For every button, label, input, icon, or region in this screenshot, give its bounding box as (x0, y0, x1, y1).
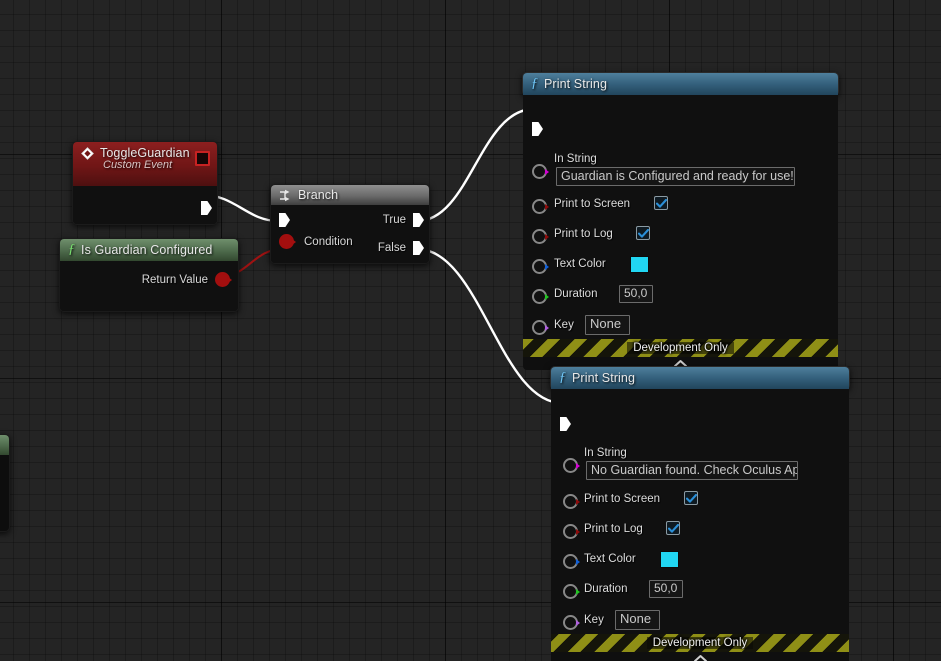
print-string-false-printtolog-checkbox[interactable] (666, 521, 680, 535)
print-string-true-textcolor-swatch[interactable] (630, 256, 649, 273)
node-print-string-true[interactable]: ƒ Print String In String Guardian is Con… (522, 72, 839, 96)
print-string-true-duration-input[interactable]: 50,0 (619, 285, 653, 303)
print-string-true-printtoscreen-checkbox[interactable] (654, 196, 668, 210)
branch-icon (279, 189, 292, 202)
print-string-false-key-pin[interactable] (563, 615, 578, 630)
print-string-true-instring-label: In String (554, 153, 597, 165)
print-string-true-printtoscreen-pin[interactable] (532, 199, 547, 214)
branch-condition-label: Condition (304, 236, 353, 248)
print-string-true-key-label: Key (554, 319, 574, 331)
print-string-false-header[interactable]: ƒ Print String (551, 367, 849, 389)
offscreen-node-partial[interactable] (0, 434, 10, 532)
function-f-icon: ƒ (531, 76, 538, 92)
print-string-false-key-label: Key (584, 614, 604, 626)
print-string-false-instring-label: In String (584, 447, 627, 459)
blueprint-graph-canvas[interactable]: ToggleGuardian Custom Event ƒ Is Guardia… (0, 0, 941, 661)
print-string-true-exec-in-pin[interactable] (532, 122, 543, 136)
node-print-string-false[interactable]: ƒ Print String In String No Guardian fou… (550, 366, 850, 390)
print-string-false-exec-in-pin[interactable] (560, 417, 571, 431)
print-string-false-instring-input[interactable]: No Guardian found. Check Oculus App (586, 461, 798, 480)
event-node-subtitle: Custom Event (103, 159, 209, 171)
branch-node-title: Branch (298, 188, 338, 202)
print-string-false-printtoscreen-label: Print to Screen (584, 493, 660, 505)
print-string-false-printtolog-label: Print to Log (584, 523, 643, 535)
is-guardian-configured-header[interactable]: ƒ Is Guardian Configured (60, 239, 238, 261)
function-f-icon: ƒ (559, 370, 566, 386)
event-diamond-icon (81, 147, 94, 160)
print-string-true-title: Print String (544, 77, 607, 91)
print-string-true-printtolog-checkbox[interactable] (636, 226, 650, 240)
print-string-true-duration-label: Duration (554, 288, 597, 300)
branch-true-label: True (383, 214, 406, 226)
print-string-false-printtoscreen-checkbox[interactable] (684, 491, 698, 505)
return-value-pin[interactable] (215, 272, 230, 287)
print-string-true-header[interactable]: ƒ Print String (523, 73, 838, 95)
print-string-true-key-pin[interactable] (532, 320, 547, 335)
print-string-false-instring-pin[interactable] (563, 458, 578, 473)
print-string-true-exec-out-pin[interactable] (516, 121, 831, 137)
print-string-true-printtoscreen-label: Print to Screen (554, 198, 630, 210)
offscreen-node-header (0, 435, 9, 455)
print-string-false-dev-only-footer: Development Only (551, 634, 849, 652)
print-string-false-textcolor-pin[interactable] (563, 554, 578, 569)
branch-node-body: Condition True False (271, 205, 429, 263)
print-string-true-instring-input[interactable]: Guardian is Configured and ready for use… (556, 167, 795, 186)
print-string-true-instring-pin[interactable] (532, 164, 547, 179)
branch-exec-in-pin[interactable] (279, 213, 290, 227)
print-string-true-printtolog-label: Print to Log (554, 228, 613, 240)
node-branch[interactable]: Branch Condition True False (270, 184, 430, 264)
event-exec-out-pin[interactable] (201, 201, 212, 215)
node-toggle-guardian-event[interactable]: ToggleGuardian Custom Event (72, 141, 218, 225)
return-value-label: Return Value (142, 274, 208, 286)
print-string-false-printtoscreen-pin[interactable] (563, 494, 578, 509)
print-string-false-duration-pin[interactable] (563, 584, 578, 599)
print-string-false-duration-input[interactable]: 50,0 (649, 580, 683, 598)
is-guardian-configured-body: Return Value (60, 261, 238, 311)
print-string-true-textcolor-pin[interactable] (532, 259, 547, 274)
print-string-true-key-input[interactable]: None (585, 315, 630, 335)
print-string-true-textcolor-label: Text Color (554, 258, 606, 270)
branch-false-label: False (378, 242, 406, 254)
print-string-false-collapse-toggle[interactable] (551, 652, 849, 661)
print-string-false-dev-only-text: Development Only (647, 637, 754, 649)
red-square-icon[interactable] (195, 151, 210, 166)
print-string-true-dev-only-text: Development Only (627, 342, 734, 354)
print-string-false-duration-label: Duration (584, 583, 627, 595)
print-string-true-dev-only-footer: Development Only (523, 339, 838, 357)
print-string-false-exec-out-pin[interactable] (543, 416, 841, 432)
print-string-true-printtolog-pin[interactable] (532, 229, 547, 244)
print-string-false-textcolor-label: Text Color (584, 553, 636, 565)
function-f-icon: ƒ (68, 242, 75, 258)
print-string-false-title: Print String (572, 371, 635, 385)
branch-condition-pin[interactable] (279, 234, 294, 249)
branch-false-exec-pin[interactable] (413, 241, 424, 255)
is-guardian-configured-title: Is Guardian Configured (81, 243, 212, 257)
wire-exec-true-to-print-true (417, 109, 534, 221)
chevron-up-icon (693, 654, 708, 661)
event-node-body (73, 186, 217, 224)
print-string-false-textcolor-swatch[interactable] (660, 551, 679, 568)
node-is-guardian-configured[interactable]: ƒ Is Guardian Configured Return Value (59, 238, 239, 312)
event-node-title: ToggleGuardian (100, 146, 190, 160)
branch-node-header[interactable]: Branch (271, 185, 429, 205)
print-string-false-key-input[interactable]: None (615, 610, 660, 630)
event-node-header[interactable]: ToggleGuardian Custom Event (73, 142, 217, 186)
print-string-false-printtolog-pin[interactable] (563, 524, 578, 539)
print-string-true-duration-pin[interactable] (532, 289, 547, 304)
branch-true-exec-pin[interactable] (413, 213, 424, 227)
